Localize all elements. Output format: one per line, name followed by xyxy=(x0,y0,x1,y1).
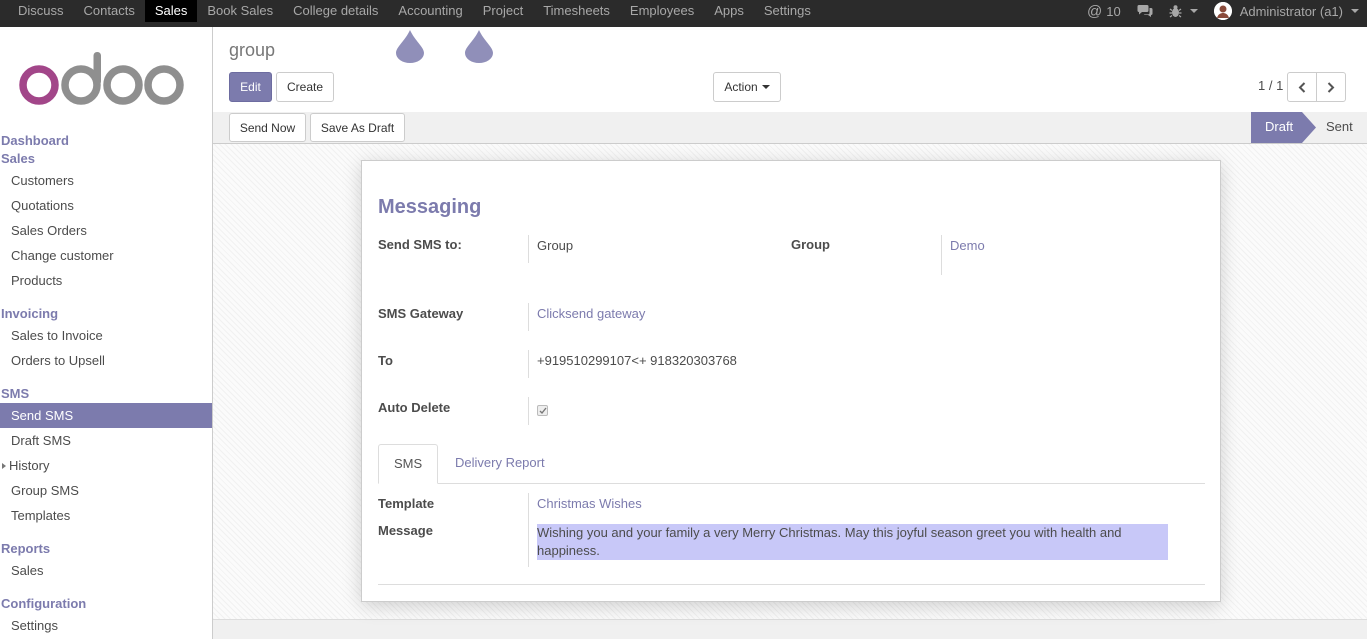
group-label: Group xyxy=(791,237,830,252)
menu-apps[interactable]: Apps xyxy=(704,0,754,22)
auto-delete-field xyxy=(528,397,548,425)
to-field[interactable]: +919510299107<+ 918320303768 xyxy=(528,350,737,378)
user-name: Administrator (a1) xyxy=(1239,3,1343,19)
tab-sms[interactable]: SMS xyxy=(378,444,439,484)
pager-previous-button[interactable] xyxy=(1287,72,1317,102)
odoo-logo xyxy=(19,52,184,105)
menu-contacts[interactable]: Contacts xyxy=(74,0,145,22)
sidebar: Dashboard Sales Customers Quotations Sal… xyxy=(0,27,213,639)
stage-draft[interactable]: Draft xyxy=(1265,112,1293,142)
sidebar-section-sales: Sales xyxy=(1,151,35,166)
chevron-right-icon xyxy=(1327,81,1335,93)
form-statusbar: Send Now Save As Draft Draft Sent xyxy=(213,112,1367,144)
sidebar-item-customers[interactable]: Customers xyxy=(0,168,212,193)
top-menu: Discuss Contacts Sales Book Sales Colleg… xyxy=(0,0,821,27)
action-label: Action xyxy=(724,80,758,94)
sidebar-item-history[interactable]: History xyxy=(0,453,212,478)
sidebar-item-settings[interactable]: Settings xyxy=(0,613,212,638)
form-title: Messaging xyxy=(378,196,482,218)
tab-delivery-report[interactable]: Delivery Report xyxy=(440,444,560,484)
message-label: Message xyxy=(378,523,433,538)
menu-timesheets[interactable]: Timesheets xyxy=(533,0,620,22)
send-now-button[interactable]: Send Now xyxy=(229,113,306,142)
avatar xyxy=(1213,2,1232,20)
debug-menu-button[interactable] xyxy=(1161,4,1206,18)
notebook-tabs: SMS Delivery Report xyxy=(378,444,1205,484)
sidebar-item-group-sms[interactable]: Group SMS xyxy=(0,478,212,503)
bottom-bar xyxy=(213,619,1367,639)
top-right-systray: @ 10 Administrator (a1) xyxy=(1079,0,1367,22)
sidebar-item-change-customer[interactable]: Change customer xyxy=(0,243,212,268)
menu-accounting[interactable]: Accounting xyxy=(388,0,472,22)
sms-gateway-label: SMS Gateway xyxy=(378,306,464,321)
sidebar-item-quotations[interactable]: Quotations xyxy=(0,193,212,218)
edit-button[interactable]: Edit xyxy=(229,72,272,102)
menu-settings[interactable]: Settings xyxy=(754,0,821,22)
form-separator xyxy=(378,584,1205,585)
caret-right-icon xyxy=(2,463,6,470)
sidebar-section-invoicing: Invoicing xyxy=(1,306,59,321)
create-button[interactable]: Create xyxy=(276,72,334,102)
user-menu[interactable]: Administrator (a1) xyxy=(1206,2,1367,20)
sidebar-item-send-sms[interactable]: Send SMS xyxy=(0,403,212,428)
top-navbar: Discuss Contacts Sales Book Sales Colleg… xyxy=(0,0,1367,27)
sidebar-section-dashboard[interactable]: Dashboard xyxy=(0,132,212,150)
group-field[interactable]: Demo xyxy=(941,235,985,275)
send-sms-to-field[interactable]: Group xyxy=(528,235,573,263)
sidebar-item-templates[interactable]: Templates xyxy=(0,503,212,528)
auto-delete-label: Auto Delete xyxy=(378,400,451,415)
loading-drop-icon xyxy=(396,30,424,63)
sidebar-section-configuration: Configuration xyxy=(1,596,87,611)
control-panel: group Edit Create Action 1 / 1 xyxy=(213,27,1367,113)
send-sms-to-label: Send SMS to: xyxy=(378,237,462,252)
menu-college-details[interactable]: College details xyxy=(283,0,388,22)
menu-discuss[interactable]: Discuss xyxy=(8,0,74,22)
menu-project[interactable]: Project xyxy=(473,0,533,22)
breadcrumb: group xyxy=(229,40,276,60)
sidebar-item-sales-orders[interactable]: Sales Orders xyxy=(0,218,212,243)
auto-delete-checkbox[interactable] xyxy=(537,405,548,416)
sidebar-item-draft-sms[interactable]: Draft SMS xyxy=(0,428,212,453)
checkmark-icon xyxy=(539,407,547,414)
sidebar-item-history-label: History xyxy=(9,458,50,473)
chevron-down-icon xyxy=(761,85,770,89)
chevron-left-icon xyxy=(1298,81,1306,93)
sidebar-item-products[interactable]: Products xyxy=(0,268,212,293)
sidebar-section-sms: SMS xyxy=(1,386,30,401)
sidebar-item-reports-sales[interactable]: Sales xyxy=(0,558,212,583)
save-as-draft-button[interactable]: Save As Draft xyxy=(310,113,405,142)
menu-book-sales[interactable]: Book Sales xyxy=(197,0,283,22)
sidebar-item-orders-to-upsell[interactable]: Orders to Upsell xyxy=(0,348,212,373)
sidebar-section-reports: Reports xyxy=(1,541,51,556)
stage-sent[interactable]: Sent xyxy=(1326,112,1353,142)
template-label: Template xyxy=(378,496,435,511)
bug-icon xyxy=(1169,5,1182,18)
template-field[interactable]: Christmas Wishes xyxy=(528,493,642,517)
pager-value[interactable]: 1 / 1 xyxy=(1258,78,1283,93)
at-icon: @ xyxy=(1086,2,1103,20)
pager-next-button[interactable] xyxy=(1316,72,1346,102)
chat-button[interactable] xyxy=(1129,4,1161,18)
menu-employees[interactable]: Employees xyxy=(620,0,704,22)
chevron-down-icon xyxy=(1189,9,1198,13)
to-label: To xyxy=(378,353,393,368)
message-field[interactable]: Wishing you and your family a very Merry… xyxy=(537,524,1168,560)
sidebar-item-sales-to-invoice[interactable]: Sales to Invoice xyxy=(0,323,212,348)
mentions-button[interactable]: @ 10 xyxy=(1079,3,1129,20)
mentions-count: 10 xyxy=(1106,3,1121,19)
sidebar-nav: Dashboard Sales Customers Quotations Sal… xyxy=(0,132,212,638)
sms-gateway-field[interactable]: Clicksend gateway xyxy=(528,303,645,331)
message-field-border xyxy=(528,517,529,567)
menu-sales[interactable]: Sales xyxy=(144,0,198,22)
chat-icon xyxy=(1137,5,1153,17)
action-dropdown[interactable]: Action xyxy=(713,72,781,102)
loading-drop-icon xyxy=(465,30,493,63)
form-sheet: Messaging Send SMS to: Group Group Demo … xyxy=(361,160,1221,602)
chevron-down-icon xyxy=(1351,9,1359,13)
